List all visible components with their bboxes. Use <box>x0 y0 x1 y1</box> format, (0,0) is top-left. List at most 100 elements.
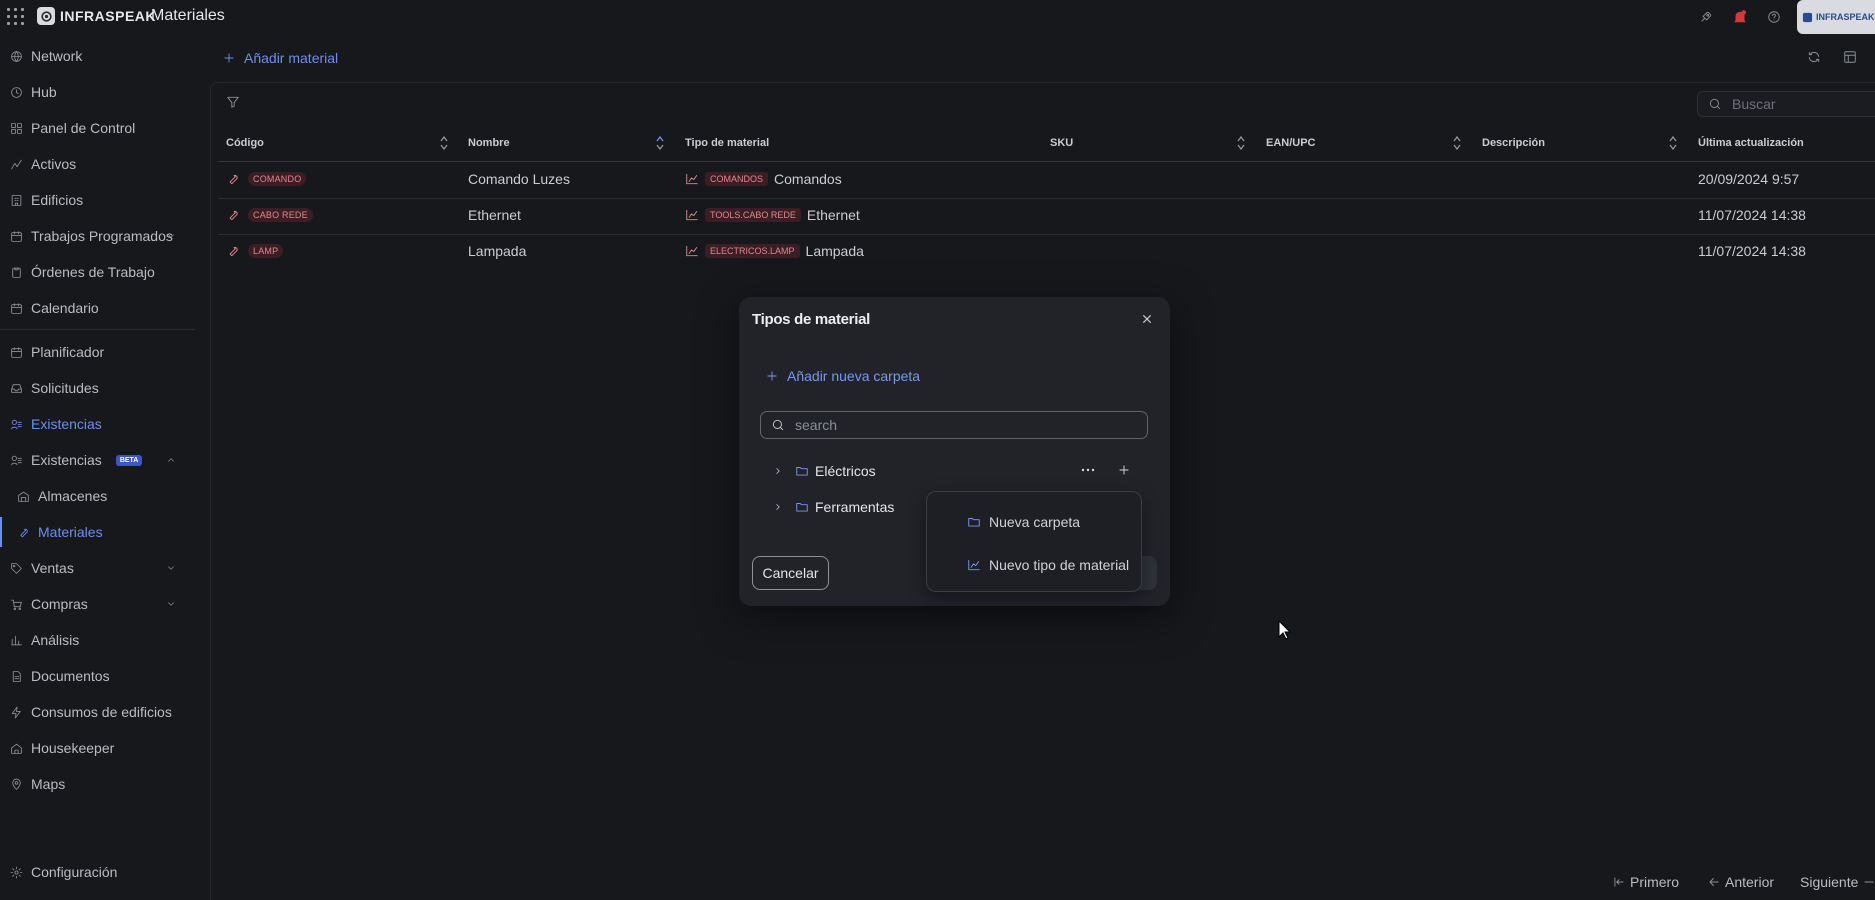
sidebar-item-panel-de-control[interactable]: Panel de Control <box>0 113 196 143</box>
tree-folder-electricos[interactable]: Eléctricos <box>773 460 876 482</box>
sidebar-item-compras[interactable]: Compras <box>0 589 196 619</box>
sidebar-item-hub[interactable]: Hub <box>0 77 196 107</box>
material-type-icon <box>686 245 698 257</box>
sort-icon[interactable] <box>1669 135 1677 151</box>
sidebar-item-label: Trabajos Programados <box>31 228 173 244</box>
add-item-icon[interactable] <box>1115 461 1133 479</box>
sidebar-item-label: Compras <box>31 596 88 612</box>
table-search-input[interactable] <box>1732 96 1862 112</box>
pagination-first[interactable]: Primero <box>1612 874 1679 890</box>
sidebar-item-housekeeper[interactable]: Housekeeper <box>0 733 196 763</box>
wrench-icon <box>229 210 238 221</box>
filter-icon[interactable] <box>226 95 240 109</box>
column-header-codigo[interactable]: Código <box>226 134 264 152</box>
table-search[interactable] <box>1697 91 1875 117</box>
table-row-code[interactable]: CABO REDE <box>226 205 313 225</box>
sidebar-item-edificios[interactable]: Edificios <box>0 185 196 215</box>
sidebar-item-solicitudes[interactable]: Solicitudes <box>0 373 196 403</box>
add-folder-label: Añadir nueva carpeta <box>787 368 921 384</box>
table-row-name[interactable]: Lampada <box>468 241 526 261</box>
gear-icon <box>10 866 23 878</box>
code-tag: CABO REDE <box>248 208 313 222</box>
table-row-name[interactable]: Comando Luzes <box>468 169 570 189</box>
column-header-descripcion[interactable]: Descripción <box>1482 134 1545 152</box>
add-material-button[interactable]: Añadir material <box>222 50 338 66</box>
account-logo-icon <box>1802 12 1813 22</box>
sidebar-item-maps[interactable]: Maps <box>0 769 196 799</box>
sort-icon[interactable] <box>1453 135 1461 151</box>
sort-icon[interactable] <box>1237 135 1245 151</box>
sidebar-item-analisis[interactable]: Análisis <box>0 625 196 655</box>
type-name: Lampada <box>805 243 864 259</box>
table-row-type[interactable]: TOOLS.CABO REDE Ethernet <box>685 205 860 225</box>
modal-search-input[interactable] <box>795 417 1125 433</box>
sidebar-item-planificador[interactable]: Planificador <box>0 337 196 367</box>
sidebar-item-label: Edificios <box>31 192 84 208</box>
modal-title: Tipos de material <box>752 311 870 328</box>
pagination-previous[interactable]: Anterior <box>1707 874 1774 890</box>
sidebar-item-network[interactable]: Network <box>0 41 196 71</box>
table-row-updated: 11/07/2024 14:38 <box>1698 243 1806 259</box>
add-folder-button[interactable]: Añadir nueva carpeta <box>765 368 920 384</box>
account-switcher[interactable]: INFRASPEAK <box>1797 0 1875 34</box>
sort-asc-icon[interactable] <box>656 135 664 151</box>
folder-icon <box>796 467 808 476</box>
material-type-icon <box>968 559 980 571</box>
table-row-code[interactable]: COMANDO <box>226 169 307 189</box>
table-row-type[interactable]: ELECTRICOS.LAMP Lampada <box>685 241 864 261</box>
sidebar-item-label: Maps <box>31 776 66 792</box>
chevron-right-icon <box>776 504 780 510</box>
table-row-code[interactable]: LAMP <box>226 241 284 261</box>
apps-grid-icon[interactable] <box>7 8 24 25</box>
row-divider <box>218 234 1875 235</box>
layout-icon[interactable] <box>1843 50 1857 64</box>
sidebar-item-configuracion[interactable]: Configuración <box>0 857 196 887</box>
close-icon[interactable] <box>1139 311 1155 327</box>
table-row-updated: 11/07/2024 14:38 <box>1698 207 1806 223</box>
more-options-icon[interactable] <box>1079 461 1097 479</box>
pagination-first-label: Primero <box>1630 874 1680 890</box>
column-header-nombre[interactable]: Nombre <box>468 134 510 152</box>
add-item-dropdown: Nueva carpeta Nuevo tipo de material <box>926 491 1142 592</box>
stock-icon <box>11 419 22 429</box>
calendar-icon <box>11 302 22 314</box>
material-type-icon <box>686 209 698 221</box>
brand-logo[interactable]: INFRASPEAK <box>37 7 156 25</box>
sidebar-item-existencias-beta[interactable]: Existencias BETA <box>0 445 196 475</box>
pagination-next[interactable]: Siguiente <box>1800 874 1875 890</box>
sidebar-item-activos[interactable]: Activos <box>0 149 196 179</box>
column-header-sku[interactable]: SKU <box>1050 134 1073 152</box>
sidebar-item-ventas[interactable]: Ventas <box>0 553 196 583</box>
calendar-icon <box>11 346 22 358</box>
notification-icon[interactable] <box>1723 0 1757 34</box>
column-header-ean-upc[interactable]: EAN/UPC <box>1266 134 1316 152</box>
modal-search[interactable] <box>760 411 1148 439</box>
new-material-type-label: Nuevo tipo de material <box>989 557 1130 573</box>
sidebar-item-consumos-de-edificios[interactable]: Consumos de edificios <box>0 697 196 727</box>
sidebar-item-materiales[interactable]: Materiales <box>0 517 196 547</box>
sidebar-item-label: Calendario <box>31 300 99 316</box>
home-icon <box>11 743 22 754</box>
cancel-button[interactable]: Cancelar <box>752 556 829 590</box>
column-header-tipo-de-material[interactable]: Tipo de material <box>685 134 769 152</box>
sidebar-item-label: Análisis <box>31 632 80 648</box>
sort-icon[interactable] <box>440 135 448 151</box>
sidebar-item-almacenes[interactable]: Almacenes <box>0 481 196 511</box>
document-icon <box>12 670 21 682</box>
new-material-type-option[interactable]: Nuevo tipo de material <box>967 555 1129 575</box>
tree-folder-ferramentas[interactable]: Ferramentas <box>773 496 894 518</box>
sidebar-item-existencias[interactable]: Existencias <box>0 409 196 439</box>
column-header-ultima-actualizacion[interactable]: Última actualización <box>1698 134 1804 152</box>
sidebar-item-documentos[interactable]: Documentos <box>0 661 196 691</box>
chevron-down-icon <box>168 566 174 570</box>
sidebar-item-ordenes-de-trabajo[interactable]: Órdenes de Trabajo <box>0 257 196 287</box>
new-folder-option[interactable]: Nueva carpeta <box>967 512 1080 532</box>
refresh-icon[interactable] <box>1807 50 1821 64</box>
help-icon[interactable] <box>1757 0 1791 34</box>
sidebar-item-trabajos-programados[interactable]: Trabajos Programados <box>0 221 196 251</box>
table-row-name[interactable]: Ethernet <box>468 205 521 225</box>
table-row-type[interactable]: COMANDOS Comandos <box>685 169 842 189</box>
rocket-icon[interactable] <box>1689 0 1723 34</box>
sidebar-item-calendario[interactable]: Calendario <box>0 293 196 323</box>
sidebar-item-label: Almacenes <box>38 488 108 504</box>
